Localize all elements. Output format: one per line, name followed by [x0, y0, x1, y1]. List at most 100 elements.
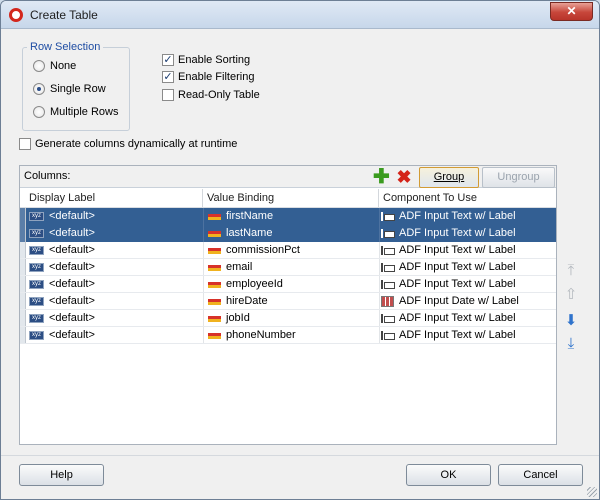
text-field-icon: xyz	[29, 212, 44, 221]
move-to-top-icon[interactable]: ⤒	[562, 263, 580, 279]
radio-none-label: None	[50, 60, 77, 72]
column-header-component[interactable]: Component To Use	[379, 189, 556, 207]
radio-none[interactable]: None	[33, 60, 76, 72]
component-cell: ADF Input Text w/ Label	[381, 310, 516, 327]
row-gutter	[20, 276, 26, 293]
value-binding-cell: firstName	[208, 208, 273, 225]
component-cell: ADF Input Date w/ Label	[381, 293, 519, 310]
input-text-icon	[381, 245, 395, 256]
move-to-bottom-icon[interactable]: ⤓	[562, 336, 580, 352]
cell-divider	[379, 293, 380, 310]
cell-divider	[379, 259, 380, 276]
help-button[interactable]: Help	[19, 464, 104, 486]
value-binding-value: hireDate	[226, 295, 268, 307]
binding-icon	[208, 264, 221, 271]
column-header-display-label[interactable]: Display Label	[25, 189, 203, 207]
value-binding-value: email	[226, 261, 253, 273]
table-row[interactable]: xyz <default> phoneNumber ADF Input Text …	[20, 327, 556, 344]
table-row[interactable]: xyz <default> jobId ADF Input Text w/ Lab…	[20, 310, 556, 327]
component-cell: ADF Input Text w/ Label	[381, 276, 516, 293]
table-row[interactable]: xyz <default> commissionPct ADF Input Tex…	[20, 242, 556, 259]
cell-divider	[203, 293, 204, 310]
input-date-icon	[381, 296, 394, 307]
enable-filtering-checkbox[interactable]: ✓ Enable Filtering	[162, 71, 254, 83]
column-header-value-binding[interactable]: Value Binding	[203, 189, 379, 207]
text-field-icon: xyz	[29, 229, 44, 238]
display-label-cell: xyz <default>	[29, 259, 95, 276]
table-row[interactable]: xyz <default> firstName ADF Input Text w/…	[20, 208, 556, 225]
display-label-value: <default>	[49, 227, 95, 239]
component-value: ADF Input Text w/ Label	[399, 261, 516, 273]
table-row[interactable]: xyz <default> employeeId ADF Input Text w…	[20, 276, 556, 293]
value-binding-cell: employeeId	[208, 276, 283, 293]
value-binding-value: commissionPct	[226, 244, 300, 256]
display-label-value: <default>	[49, 210, 95, 222]
value-binding-cell: lastName	[208, 225, 272, 242]
radio-circle	[33, 106, 45, 118]
display-label-value: <default>	[49, 312, 95, 324]
input-text-icon	[381, 228, 395, 239]
radio-multiple-rows-label: Multiple Rows	[50, 106, 119, 118]
text-field-icon: xyz	[29, 331, 44, 340]
footer-divider	[1, 455, 599, 456]
table-row[interactable]: xyz <default> lastName ADF Input Text w/ …	[20, 225, 556, 242]
display-label-cell: xyz <default>	[29, 208, 95, 225]
cell-divider	[379, 276, 380, 293]
checkbox-checked-icon: ✓	[162, 71, 174, 83]
value-binding-cell: hireDate	[208, 293, 268, 310]
cell-divider	[379, 310, 380, 327]
add-column-icon[interactable]: ✚	[373, 167, 390, 187]
component-value: ADF Input Date w/ Label	[399, 295, 519, 307]
cell-divider	[203, 208, 204, 225]
enable-sorting-checkbox[interactable]: ✓ Enable Sorting	[162, 54, 250, 66]
row-gutter	[20, 208, 26, 225]
row-gutter	[20, 327, 26, 344]
radio-single-row-label: Single Row	[50, 83, 106, 95]
cell-divider	[203, 225, 204, 242]
component-value: ADF Input Text w/ Label	[399, 278, 516, 290]
generate-columns-checkbox[interactable]: Generate columns dynamically at runtime	[19, 138, 237, 150]
value-binding-value: phoneNumber	[226, 329, 296, 341]
component-cell: ADF Input Text w/ Label	[381, 225, 516, 242]
move-up-icon[interactable]: ⇧	[562, 287, 580, 303]
radio-circle-selected	[33, 83, 45, 95]
create-table-dialog: Create Table ✕ Row Selection None Single…	[0, 0, 600, 500]
display-label-cell: xyz <default>	[29, 276, 95, 293]
display-label-cell: xyz <default>	[29, 293, 95, 310]
checkbox-unchecked-icon	[162, 89, 174, 101]
radio-multiple-rows[interactable]: Multiple Rows	[33, 106, 118, 118]
display-label-cell: xyz <default>	[29, 327, 95, 344]
enable-sorting-label: Enable Sorting	[178, 54, 251, 66]
radio-circle	[33, 60, 45, 72]
input-text-icon	[381, 211, 395, 222]
table-row[interactable]: xyz <default> email ADF Input Text w/ Lab…	[20, 259, 556, 276]
resize-grip-icon[interactable]	[587, 487, 597, 497]
text-field-icon: xyz	[29, 297, 44, 306]
binding-icon	[208, 247, 221, 254]
group-button[interactable]: Group	[419, 167, 479, 188]
value-binding-value: lastName	[226, 227, 273, 239]
radio-single-row[interactable]: Single Row	[33, 83, 106, 95]
component-value: ADF Input Text w/ Label	[399, 329, 516, 341]
cell-divider	[203, 327, 204, 344]
cell-divider	[379, 208, 380, 225]
move-down-icon[interactable]: ⬇	[562, 313, 580, 329]
window-title: Create Table	[30, 8, 98, 22]
binding-icon	[208, 298, 221, 305]
delete-column-icon[interactable]: ✖	[396, 168, 412, 186]
close-button[interactable]: ✕	[550, 2, 593, 21]
table-row[interactable]: xyz <default> hireDate ADF Input Date w/ …	[20, 293, 556, 310]
display-label-value: <default>	[49, 261, 95, 273]
ok-button[interactable]: OK	[406, 464, 491, 486]
component-value: ADF Input Text w/ Label	[399, 312, 516, 324]
title-bar[interactable]: Create Table ✕	[1, 1, 599, 29]
cancel-button[interactable]: Cancel	[498, 464, 583, 486]
text-field-icon: xyz	[29, 280, 44, 289]
cell-divider	[203, 259, 204, 276]
component-cell: ADF Input Text w/ Label	[381, 327, 516, 344]
ungroup-button[interactable]: Ungroup	[482, 167, 555, 188]
value-binding-cell: email	[208, 259, 252, 276]
binding-icon	[208, 213, 221, 220]
read-only-table-checkbox[interactable]: Read-Only Table	[162, 89, 260, 101]
row-gutter	[20, 242, 26, 259]
